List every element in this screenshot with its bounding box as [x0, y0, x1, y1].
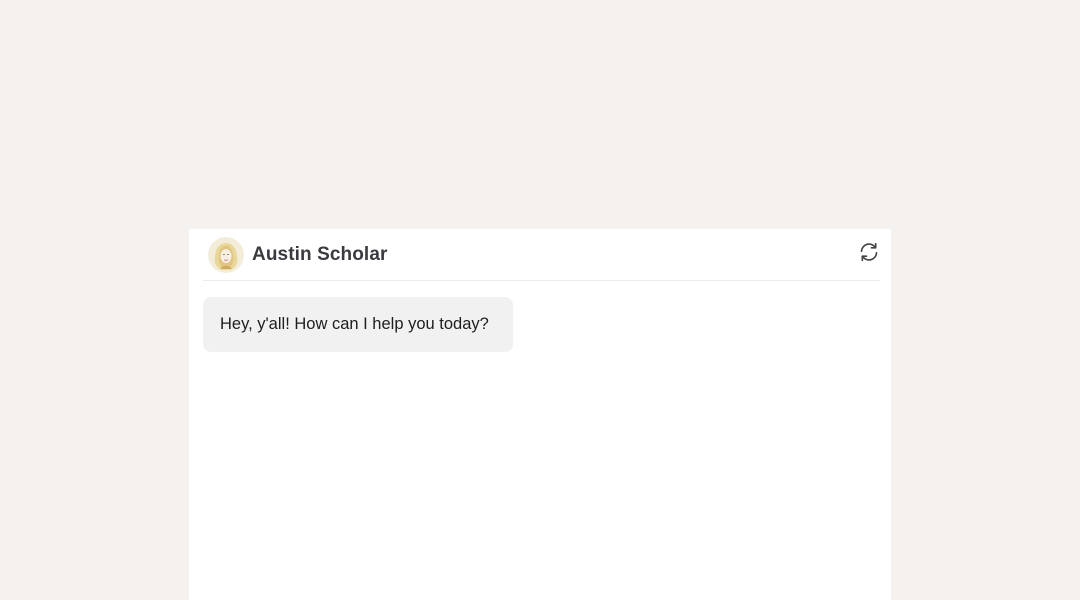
agent-name: Austin Scholar: [252, 243, 388, 265]
chat-panel: Austin Scholar Hey, y'all! How can I hel…: [189, 229, 891, 600]
chat-header: Austin Scholar: [203, 229, 880, 281]
refresh-button[interactable]: [858, 241, 880, 263]
avatar: [208, 236, 244, 273]
agent-message-bubble: Hey, y'all! How can I help you today?: [203, 297, 513, 352]
message-text: Hey, y'all! How can I help you today?: [220, 315, 489, 333]
avatar-portrait-icon: [208, 236, 244, 273]
refresh-icon: [860, 242, 878, 262]
